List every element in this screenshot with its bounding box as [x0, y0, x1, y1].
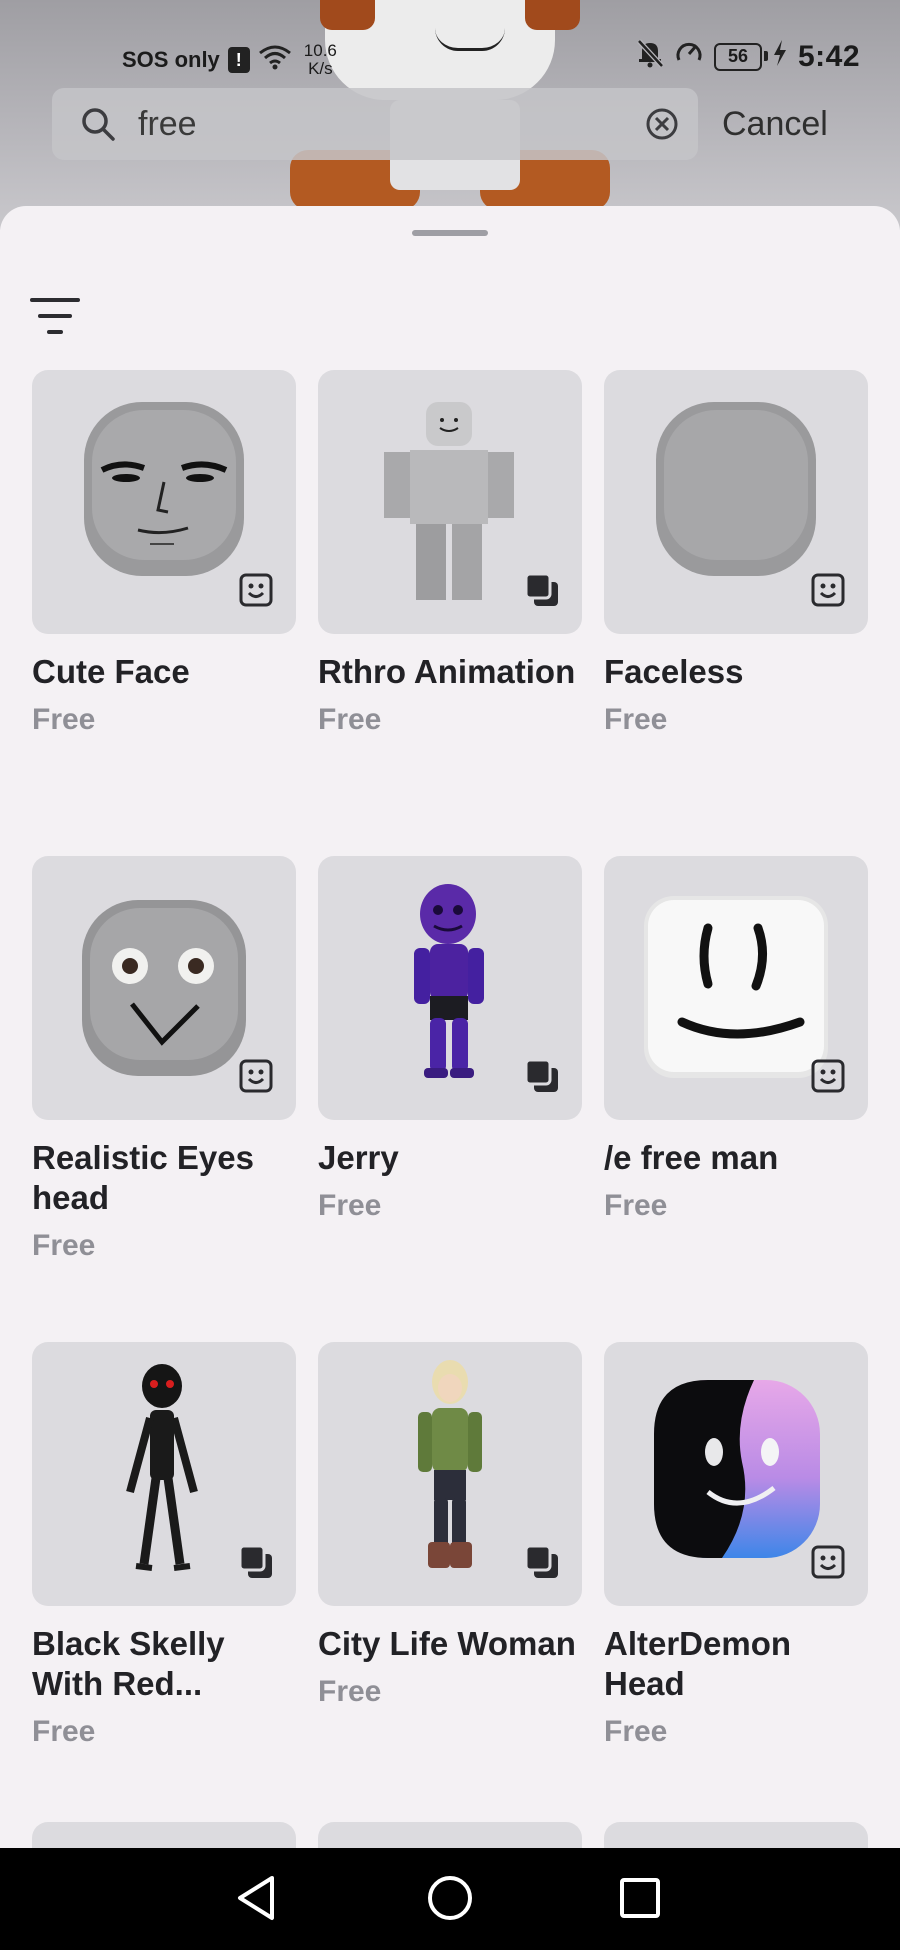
- face-icon: [239, 1059, 273, 1093]
- system-navigation-bar: [0, 1848, 900, 1950]
- bundle-icon: [238, 1544, 272, 1578]
- bundle-icon: [524, 1544, 558, 1578]
- item-price: Free: [604, 1715, 668, 1748]
- recents-icon[interactable]: [610, 1868, 670, 1928]
- result-card[interactable]: City Life Woman Free: [318, 1342, 582, 1712]
- data-saver-icon: [674, 38, 704, 75]
- status-left: SOS only ! 10.6 K/s: [122, 42, 337, 78]
- bundle-icon: [524, 1058, 558, 1092]
- filter-sort-icon[interactable]: [30, 296, 82, 336]
- item-thumbnail[interactable]: [32, 856, 296, 1120]
- result-card[interactable]: Rthro Animation Free: [318, 370, 582, 740]
- result-card[interactable]: Realistic Eyes head Free: [32, 856, 296, 1266]
- item-price: Free: [32, 1715, 96, 1748]
- item-name[interactable]: AlterDemon Head: [604, 1624, 868, 1704]
- speed-value: 10.6: [303, 41, 337, 60]
- item-price: Free: [318, 1189, 382, 1222]
- bundle-icon: [524, 572, 558, 606]
- result-card[interactable]: Cute Face Free: [32, 370, 296, 740]
- search-bar[interactable]: [52, 88, 698, 160]
- item-thumbnail[interactable]: [32, 1342, 296, 1606]
- carrier-text: SOS only: [122, 47, 220, 72]
- back-icon[interactable]: [226, 1868, 286, 1928]
- avatar-arm-right: [525, 0, 580, 30]
- result-card[interactable]: Jerry Free: [318, 856, 582, 1226]
- item-thumbnail[interactable]: [604, 856, 868, 1120]
- item-name[interactable]: Rthro Animation: [318, 652, 582, 692]
- avatar-arm-left: [320, 0, 375, 30]
- item-name[interactable]: /e free man: [604, 1138, 868, 1178]
- item-name[interactable]: City Life Woman: [318, 1624, 582, 1664]
- item-thumbnail[interactable]: [318, 1342, 582, 1606]
- item-name[interactable]: Black Skelly With Red...: [32, 1624, 296, 1704]
- results-sheet: Cute Face Free Rthro Animation Free Face…: [0, 206, 900, 1848]
- item-price: Free: [604, 1189, 668, 1222]
- face-icon: [239, 573, 273, 607]
- item-name[interactable]: Faceless: [604, 652, 868, 692]
- item-price: Free: [318, 1675, 382, 1708]
- item-thumbnail[interactable]: [318, 856, 582, 1120]
- item-price: Free: [32, 703, 96, 736]
- sim-alert-icon: !: [227, 47, 250, 73]
- next-row-thumbnail[interactable]: [318, 1822, 582, 1848]
- status-bar: SOS only ! 10.6 K/s 56 5:42: [0, 28, 900, 84]
- item-thumbnail[interactable]: [32, 370, 296, 634]
- battery-level: 56: [713, 42, 768, 71]
- speed-unit: K/s: [308, 59, 333, 78]
- next-row-thumbnail[interactable]: [32, 1822, 296, 1848]
- item-price: Free: [318, 703, 382, 736]
- search-icon: [78, 104, 118, 144]
- face-icon: [811, 1545, 845, 1579]
- result-card[interactable]: Faceless Free: [604, 370, 868, 740]
- result-card[interactable]: /e free man Free: [604, 856, 868, 1226]
- clear-search-icon[interactable]: [642, 104, 682, 144]
- item-name[interactable]: Realistic Eyes head: [32, 1138, 296, 1218]
- item-thumbnail[interactable]: [604, 370, 868, 634]
- item-price: Free: [32, 1229, 96, 1262]
- cancel-button[interactable]: Cancel: [716, 100, 834, 148]
- search-input[interactable]: [138, 104, 642, 144]
- clock: 5:42: [797, 39, 860, 73]
- item-thumbnail[interactable]: [604, 1342, 868, 1606]
- face-icon: [811, 1059, 845, 1093]
- network-speed: 10.6 K/s: [304, 42, 337, 78]
- status-right: 56 5:42: [636, 38, 860, 75]
- item-name[interactable]: Jerry: [318, 1138, 582, 1178]
- sheet-drag-handle[interactable]: [412, 230, 488, 236]
- item-name[interactable]: Cute Face: [32, 652, 296, 692]
- item-price: Free: [604, 703, 668, 736]
- charging-icon: [772, 39, 788, 74]
- result-card[interactable]: Black Skelly With Red... Free: [32, 1342, 296, 1752]
- next-row-thumbnail[interactable]: [604, 1822, 868, 1848]
- wifi-icon: [258, 44, 292, 76]
- mute-icon: [636, 38, 664, 75]
- result-card[interactable]: AlterDemon Head Free: [604, 1342, 868, 1752]
- home-icon[interactable]: [420, 1868, 480, 1928]
- face-icon: [811, 573, 845, 607]
- item-thumbnail[interactable]: [318, 370, 582, 634]
